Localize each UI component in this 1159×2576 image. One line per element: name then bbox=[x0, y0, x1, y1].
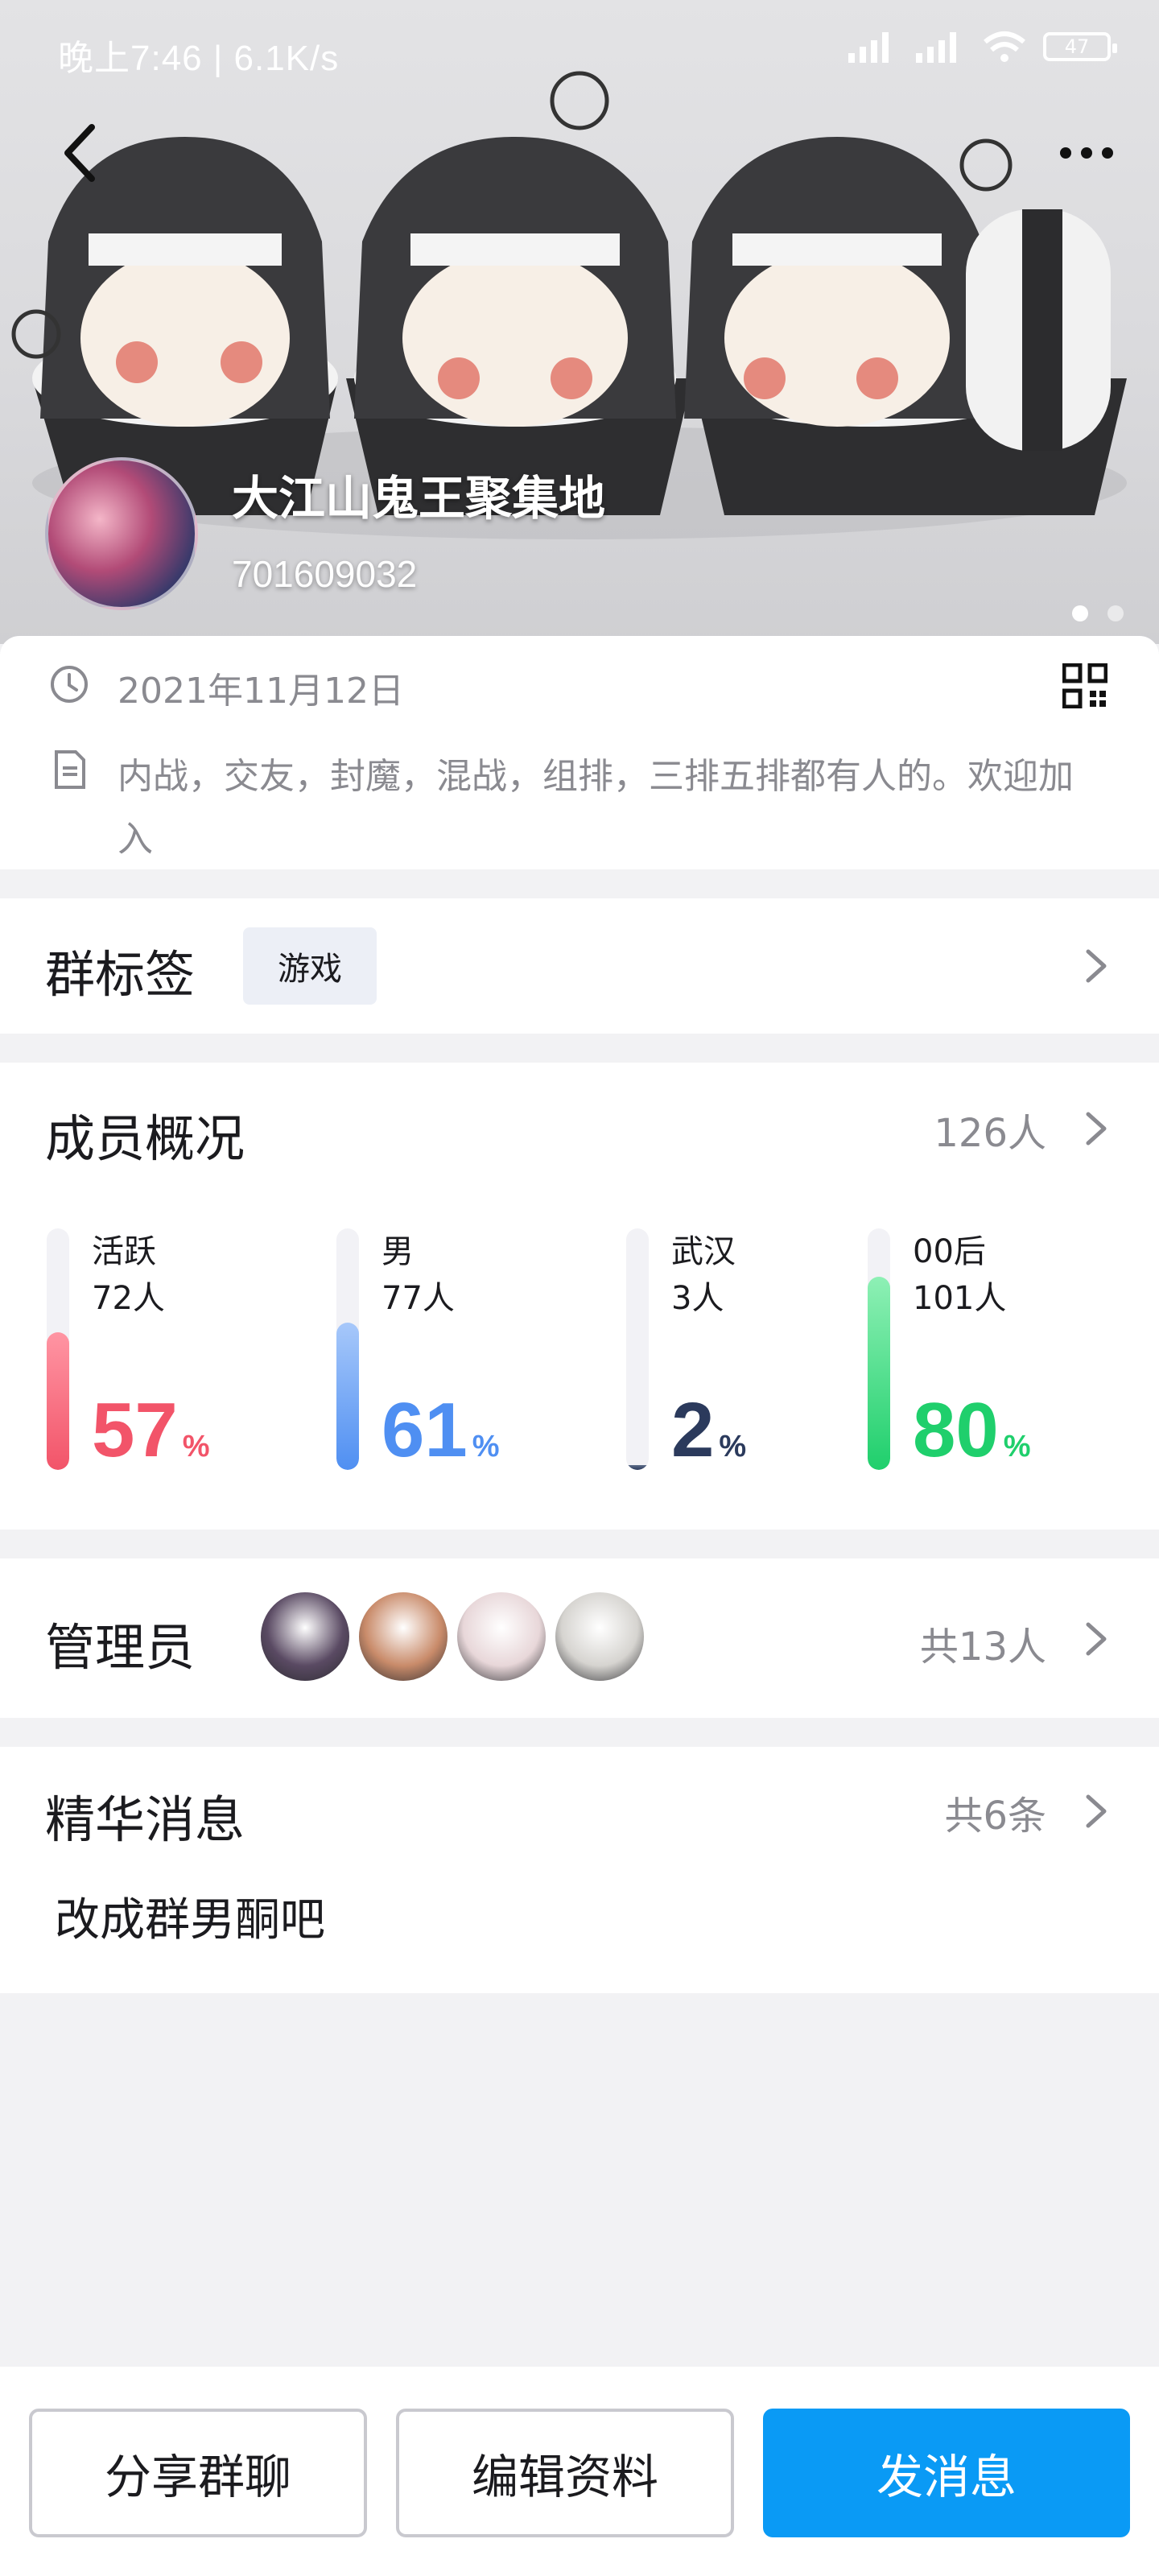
stat-label: 00后 bbox=[913, 1233, 986, 1270]
back-icon[interactable] bbox=[56, 121, 105, 185]
stat-count: 72人 bbox=[92, 1280, 165, 1317]
group-tags-section[interactable]: 群标签 游戏 bbox=[0, 898, 1159, 1034]
group-info-card: 2021年11月12日 内战，交友，封魔，混战，组排，三排五排都有人的。欢迎加入 bbox=[0, 636, 1159, 869]
signal-icon-2 bbox=[916, 32, 956, 63]
member-count: 126人 bbox=[934, 1111, 1046, 1156]
stat-label: 男 bbox=[382, 1233, 414, 1270]
stat-label: 活跃 bbox=[92, 1233, 156, 1270]
avatar[interactable] bbox=[454, 1589, 549, 1684]
stat-percent-value: 2 bbox=[671, 1387, 715, 1473]
edit-profile-button[interactable]: 编辑资料 bbox=[396, 2409, 734, 2537]
tag-chip: 游戏 bbox=[243, 927, 377, 1005]
group-id: 701609032 bbox=[232, 553, 418, 595]
stat-bar-fill bbox=[336, 1323, 359, 1470]
avatar[interactable] bbox=[552, 1589, 647, 1684]
admin-title: 管理员 bbox=[45, 1618, 196, 1677]
chevron-right-icon bbox=[1086, 1622, 1107, 1656]
document-icon bbox=[55, 750, 85, 789]
stat-percent-value: 57 bbox=[92, 1387, 178, 1473]
group-name: 大江山鬼王聚集地 bbox=[232, 471, 606, 526]
page-dot-active bbox=[1072, 605, 1088, 621]
send-message-button[interactable]: 发消息 bbox=[763, 2409, 1130, 2537]
essence-preview[interactable]: 改成群男酮吧 bbox=[55, 1884, 325, 1949]
stat-bar-fill bbox=[868, 1277, 890, 1470]
group-description: 内战，交友，封魔，混战，组排，三排五排都有人的。欢迎加入 bbox=[118, 756, 1074, 860]
group-cover[interactable]: 晚上7:46 | 6.1K/s 47 大江山鬼王聚集地 701609032 bbox=[0, 0, 1159, 644]
stat-percent: 61% bbox=[382, 1386, 500, 1475]
battery-level: 47 bbox=[1064, 35, 1090, 58]
page-dot bbox=[1107, 605, 1124, 621]
group-avatar[interactable] bbox=[45, 457, 198, 610]
avatar[interactable] bbox=[258, 1589, 353, 1684]
stat-bar-track bbox=[626, 1228, 649, 1470]
stat-count: 3人 bbox=[671, 1280, 724, 1317]
stat-percent: 80% bbox=[913, 1386, 1031, 1475]
wifi-icon bbox=[984, 31, 1025, 62]
stat-percent-unit: % bbox=[182, 1430, 210, 1463]
stat-count: 101人 bbox=[913, 1280, 1007, 1317]
stat-bar-track bbox=[47, 1228, 69, 1470]
admin-section[interactable]: 管理员 共13人 bbox=[0, 1558, 1159, 1718]
stat-active: 活跃 72人 57% bbox=[47, 1228, 288, 1473]
essence-section[interactable]: 精华消息 共6条 改成群男酮吧 bbox=[0, 1747, 1159, 1993]
stat-bar-fill bbox=[47, 1332, 69, 1470]
essence-count: 共6条 bbox=[944, 1794, 1046, 1839]
tags-title: 群标签 bbox=[45, 945, 196, 1004]
chevron-right-icon bbox=[1086, 1112, 1107, 1146]
signal-icon bbox=[848, 32, 889, 63]
stat-percent-value: 80 bbox=[913, 1387, 999, 1473]
more-icon[interactable] bbox=[1054, 129, 1119, 177]
share-group-button[interactable]: 分享群聊 bbox=[29, 2409, 367, 2537]
member-overview-section[interactable]: 成员概况 126人 活跃 72人 57% 男 77人 61% 武汉 3人 2% 00后… bbox=[0, 1063, 1159, 1530]
stat-age: 00后 101人 80% bbox=[868, 1228, 1109, 1473]
chevron-right-icon bbox=[1086, 949, 1107, 983]
status-time-speed: 晚上7:46 | 6.1K/s bbox=[58, 39, 340, 78]
stat-region: 武汉 3人 2% bbox=[626, 1228, 868, 1473]
clock-icon bbox=[51, 666, 88, 703]
stat-percent: 57% bbox=[92, 1386, 210, 1475]
qr-code-icon[interactable] bbox=[1062, 663, 1107, 708]
admin-count: 共13人 bbox=[919, 1624, 1046, 1670]
admin-avatars bbox=[258, 1589, 650, 1684]
stat-male: 男 77人 61% bbox=[336, 1228, 578, 1473]
members-title: 成员概况 bbox=[45, 1109, 245, 1168]
chevron-right-icon bbox=[1086, 1794, 1107, 1828]
stat-bar-fill bbox=[626, 1465, 649, 1470]
stat-percent-value: 61 bbox=[382, 1387, 468, 1473]
essence-title: 精华消息 bbox=[45, 1790, 245, 1849]
created-date: 2021年11月12日 bbox=[118, 671, 404, 712]
stat-count: 77人 bbox=[382, 1280, 455, 1317]
stat-bar-track bbox=[868, 1228, 890, 1470]
stat-percent: 2% bbox=[671, 1386, 746, 1475]
stat-percent-unit: % bbox=[719, 1430, 747, 1463]
avatar[interactable] bbox=[356, 1589, 451, 1684]
stat-bar-track bbox=[336, 1228, 359, 1470]
stat-percent-unit: % bbox=[1003, 1430, 1031, 1463]
bottom-action-bar: 分享群聊 编辑资料 发消息 bbox=[0, 2367, 1159, 2576]
battery-icon: 47 bbox=[1043, 32, 1117, 61]
stat-percent-unit: % bbox=[472, 1430, 500, 1463]
status-bar: 晚上7:46 | 6.1K/s 47 bbox=[0, 0, 1159, 105]
stat-label: 武汉 bbox=[671, 1233, 736, 1270]
cover-page-dots bbox=[1072, 605, 1124, 621]
